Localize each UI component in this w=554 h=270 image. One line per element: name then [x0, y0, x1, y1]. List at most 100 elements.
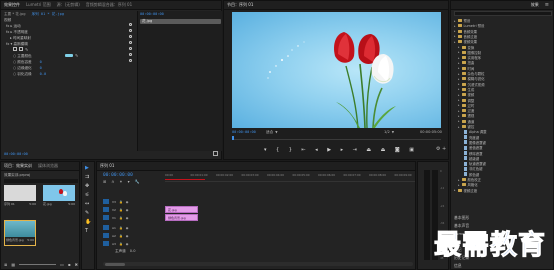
reset-icon[interactable]	[129, 59, 132, 62]
disclosure-triangle-icon[interactable]: ▸	[458, 77, 460, 81]
new-bin-icon[interactable]: ▭	[60, 262, 64, 268]
effects-folder-item[interactable]: ▸ 键控	[458, 124, 474, 130]
disclosure-triangle-icon[interactable]: ▸	[458, 178, 460, 182]
step-forward-icon[interactable]: ▸	[341, 147, 344, 153]
clip-v2[interactable]: 花.jpg	[165, 206, 198, 213]
icon-view-icon[interactable]: ▦	[11, 262, 15, 268]
type-tool-icon[interactable]: T	[85, 228, 91, 234]
effects-item[interactable]: 移除遮罩	[462, 151, 483, 156]
lock-icon[interactable]: 🔒	[119, 216, 123, 220]
tab-lumetri-scopes[interactable]: Lumetri 范围	[26, 2, 51, 8]
pen-mask-icon[interactable]: ✎	[25, 47, 28, 52]
reset-icon[interactable]	[129, 29, 132, 32]
reset-icon[interactable]	[129, 47, 132, 50]
selection-tool-icon[interactable]: ▶	[85, 165, 91, 171]
disclosure-triangle-icon[interactable]: ▸	[454, 19, 456, 23]
effects-folder-item[interactable]: ▸ 音频效果	[454, 29, 477, 34]
panel-link[interactable]: 信息	[454, 263, 462, 269]
effects-folder-item[interactable]: ▸ 透视	[458, 113, 474, 119]
time-ruler[interactable]: 00:00 00:00:01:00 00:00:02:00 00:00:03:00 00…	[165, 172, 415, 182]
rect-mask-icon[interactable]	[19, 47, 23, 51]
tab-audio-clip-mixer[interactable]: 音频剪辑混合器：序列 01	[86, 2, 132, 8]
lock-icon[interactable]: 🔒	[119, 226, 123, 230]
effects-item[interactable]: 图像遮罩键	[462, 140, 486, 145]
timeline-timecode[interactable]: 00:00:00:00	[103, 172, 133, 178]
effects-folder-item[interactable]: ▸ 时间	[458, 66, 474, 71]
eye-icon[interactable]: ◉	[126, 200, 129, 204]
effects-folder-item[interactable]: ▸ 杂色与颗粒	[458, 71, 484, 77]
prop-value[interactable]: 0.0	[40, 72, 47, 76]
hand-tool-icon[interactable]: ✋	[85, 219, 91, 225]
disclosure-triangle-icon[interactable]: ▸	[458, 87, 460, 91]
effects-folder-item[interactable]: ▸ 视频过渡	[454, 188, 477, 193]
go-to-in-icon[interactable]: ⇤	[301, 147, 305, 153]
sequence-clip-label[interactable]: 序列 01 * 花.jpg	[32, 12, 64, 17]
effects-item[interactable]: 颜色键	[462, 172, 479, 177]
mini-clip-bar[interactable]: 花.jpg	[140, 19, 221, 24]
marker-icon[interactable]: ▾	[264, 147, 267, 153]
eye-icon[interactable]: ◉	[126, 216, 129, 220]
prop-value[interactable]: 0	[40, 60, 42, 64]
effect-controls-timecode[interactable]: 00:00:00:00	[4, 151, 28, 157]
effects-folder-item[interactable]: ▸ 实用程序	[458, 55, 481, 61]
work-area-bar[interactable]	[165, 179, 205, 180]
disclosure-triangle-icon[interactable]: ▸	[458, 66, 460, 70]
disclosure-triangle-icon[interactable]: ▸	[458, 82, 460, 86]
disclosure-triangle-icon[interactable]: ▸	[458, 109, 460, 113]
track-target-toggle[interactable]	[103, 225, 109, 230]
project-item[interactable]: 花.jpg 5:00	[43, 185, 75, 207]
disclosure-triangle-icon[interactable]: ▸	[454, 40, 456, 44]
effects-folder-item[interactable]: ▸ Lumetri 预设	[454, 23, 484, 29]
scrollbar-thumb[interactable]	[105, 262, 125, 266]
disclosure-triangle-icon[interactable]: ▸	[458, 183, 460, 187]
eye-icon[interactable]: ◉	[126, 208, 129, 212]
effects-folder-item[interactable]: ▸ 生成	[458, 87, 474, 92]
effects-item[interactable]: Alpha 调整	[462, 129, 487, 134]
tab-source[interactable]: 源：(无剪辑)	[57, 2, 80, 8]
track-target-toggle[interactable]	[103, 233, 109, 238]
effects-folder-item[interactable]: ▸ 变换	[458, 45, 474, 50]
program-scrubber[interactable]	[232, 136, 441, 140]
disclosure-triangle-icon[interactable]: ▸	[454, 24, 456, 28]
delete-icon[interactable]: ✖	[75, 262, 78, 268]
master-value[interactable]: 0.0	[130, 249, 136, 253]
new-item-icon[interactable]: ▪	[68, 262, 71, 268]
project-search[interactable]	[4, 179, 78, 183]
track-target-toggle[interactable]	[103, 241, 109, 246]
mark-in-icon[interactable]: {	[276, 147, 279, 153]
play-icon[interactable]: ▶	[327, 147, 331, 153]
reset-icon[interactable]	[129, 35, 132, 38]
timeline-scrollbar[interactable]	[103, 262, 413, 266]
mute-icon[interactable]: ◉	[126, 234, 129, 238]
lock-icon[interactable]: 🔒	[119, 200, 123, 204]
disclosure-triangle-icon[interactable]: ▸	[458, 103, 460, 107]
reset-icon[interactable]	[129, 41, 132, 44]
playhead[interactable]	[232, 136, 234, 140]
lock-icon[interactable]: 🔒	[119, 208, 123, 212]
effects-folder-item[interactable]: ▸ 过时	[458, 103, 474, 108]
ellipse-mask-icon[interactable]	[13, 47, 17, 51]
prop-value[interactable]: 0	[40, 66, 42, 70]
effects-search[interactable]	[454, 11, 552, 17]
effects-item[interactable]: 亮度键	[462, 135, 479, 140]
disclosure-triangle-icon[interactable]: ▸	[454, 29, 456, 33]
effects-item[interactable]: 差值遮罩	[462, 145, 483, 150]
extract-icon[interactable]: ⏏	[381, 147, 386, 153]
tab-sequence[interactable]: 序列 01	[100, 163, 114, 169]
export-frame-icon[interactable]: ◙	[395, 147, 400, 153]
effects-folder-item[interactable]: ▸ 模糊与锐化	[458, 76, 484, 82]
project-item[interactable]: 绿色背景.jpg 5:00	[4, 220, 36, 246]
zoom-slider[interactable]	[19, 262, 57, 265]
effects-folder-item[interactable]: ▸ 调整	[458, 98, 474, 103]
track-select-tool-icon[interactable]: ⇉	[85, 174, 91, 180]
settings-icon[interactable]: ⚙	[436, 146, 440, 152]
effects-search-input[interactable]	[455, 13, 551, 17]
tab-program[interactable]: 节目：序列 01	[227, 2, 253, 8]
comparison-view-icon[interactable]: ▣	[409, 147, 414, 153]
effects-item[interactable]: 轨道遮罩键	[462, 161, 486, 166]
effects-folder-item[interactable]: ▸ 视频效果	[454, 39, 477, 45]
mute-icon[interactable]: ◉	[126, 226, 129, 230]
effects-folder-item[interactable]: ▸ 预设	[454, 18, 470, 24]
tab-project[interactable]: 项目：效果实训	[4, 163, 32, 169]
effects-folder-item[interactable]: ▸ 沉浸式视频	[458, 82, 484, 87]
